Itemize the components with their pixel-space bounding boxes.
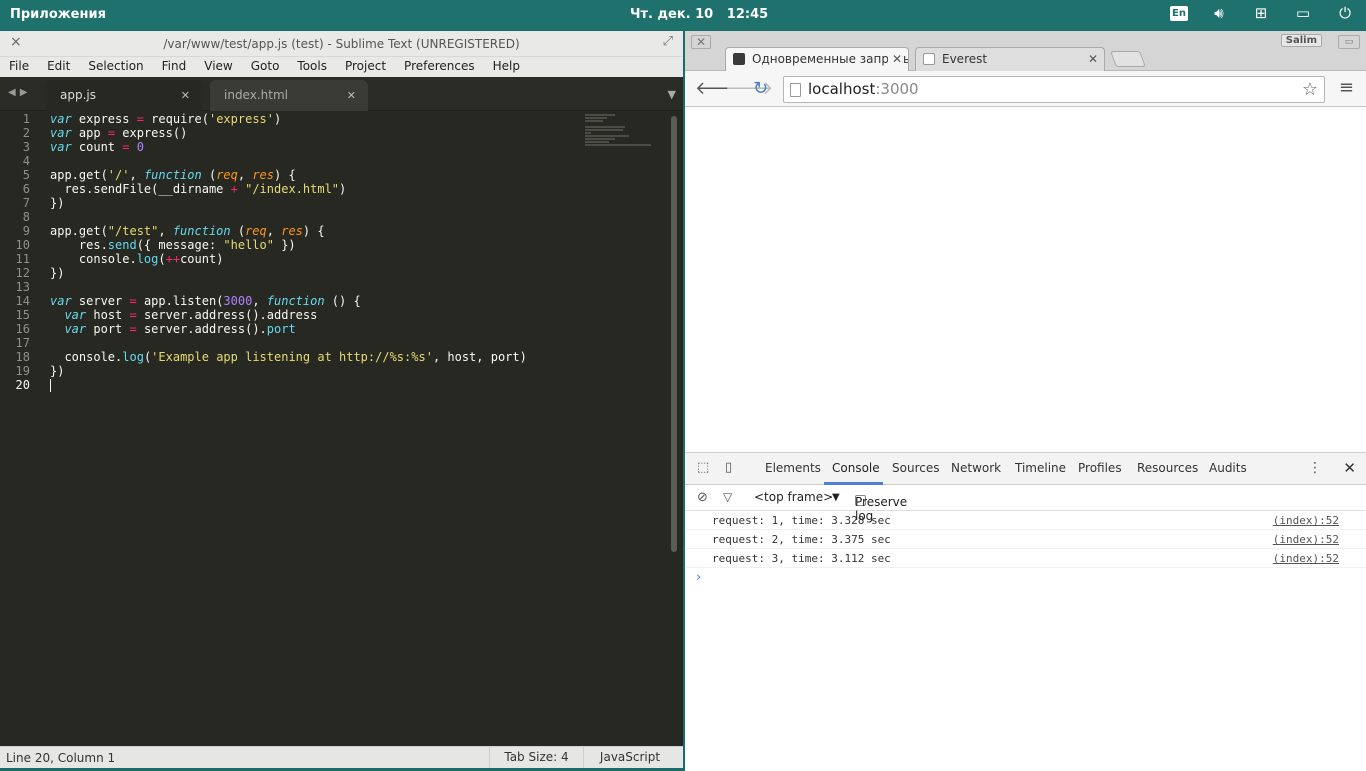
console-toolbar: ⊘ ▽ <top frame> ▼ Preserve log	[685, 485, 1366, 523]
volume-icon[interactable]: 🔊︎	[1208, 4, 1230, 22]
menu-selection[interactable]: Selection	[88, 57, 143, 77]
close-tab-icon[interactable]: ✕	[1083, 48, 1098, 70]
device-mode-icon[interactable]: ▯	[725, 460, 732, 475]
close-window-icon[interactable]: ✕	[691, 35, 711, 49]
frame-selector[interactable]: <top frame>	[754, 490, 833, 504]
profile-button[interactable]: Salim	[1280, 34, 1322, 47]
applications-menu[interactable]: Приложения	[10, 7, 106, 22]
tab-title: Everest	[942, 52, 988, 66]
text-caret	[50, 379, 51, 392]
menu-bar: File Edit Selection Find View Goto Tools…	[0, 57, 683, 77]
inspect-element-icon[interactable]: ⬚	[697, 460, 709, 475]
keyboard-layout-indicator[interactable]: En	[1170, 5, 1188, 21]
source-link[interactable]: (index):52	[1273, 511, 1339, 530]
editor-tab-bar: ◀▶ app.js ✕ index.html ✕ ▼	[0, 77, 683, 111]
network-icon[interactable]: ⊞	[1250, 4, 1272, 22]
menu-goto[interactable]: Goto	[251, 57, 280, 77]
devtools-tab-network[interactable]: Network	[951, 461, 1001, 475]
page-icon	[923, 53, 935, 65]
menu-help[interactable]: Help	[493, 57, 520, 77]
devtools-tab-elements[interactable]: Elements	[765, 461, 821, 475]
console-message-text: request: 2, time: 3.375 sec	[712, 533, 891, 546]
menu-project[interactable]: Project	[345, 57, 386, 77]
close-tab-icon[interactable]: ✕	[181, 80, 190, 111]
url-host: localhost	[808, 80, 876, 98]
console-prompt[interactable]: ›	[685, 568, 1366, 588]
source-link[interactable]: (index):52	[1273, 549, 1339, 568]
menu-edit[interactable]: Edit	[47, 57, 70, 77]
chrome-menu-icon[interactable]: ≡	[1339, 77, 1354, 98]
devtools-tab-timeline[interactable]: Timeline	[1015, 461, 1066, 475]
filter-icon[interactable]: ▽	[723, 490, 732, 504]
sublime-window: × /var/www/test/app.js (test) - Sublime …	[0, 31, 683, 768]
vertical-scrollbar[interactable]	[671, 116, 677, 552]
tab-index-html[interactable]: index.html ✕	[210, 80, 368, 111]
cursor-position: Line 20, Column 1	[6, 751, 116, 765]
devtools-tab-sources[interactable]: Sources	[892, 461, 939, 475]
minimap[interactable]	[585, 114, 655, 150]
system-tray: En 🔊︎ ⊞ ▭ ⏻	[1170, 4, 1356, 22]
console-message-text: request: 3, time: 3.112 sec	[712, 552, 891, 565]
bookmark-star-icon[interactable]: ☆	[1302, 77, 1318, 102]
power-icon[interactable]: ⏻	[1334, 4, 1356, 22]
code-editor[interactable]: 12345 6 7 8 9 10 11 12 13 14 15 16 17 18 19 20 var e…	[0, 112, 683, 746]
page-info-icon[interactable]	[790, 83, 801, 97]
console-message-text: request: 1, time: 3.328 sec	[712, 514, 891, 527]
system-top-bar: Приложения Чт. дек. 10 12:45 En 🔊︎ ⊞ ▭ ⏻	[0, 0, 1366, 30]
url-port: :3000	[875, 80, 919, 98]
console-message: request: 2, time: 3.375 sec (index):52	[685, 530, 1366, 549]
prompt-chevron-icon: ›	[696, 570, 702, 585]
favicon-icon	[733, 53, 745, 65]
address-bar[interactable]: localhost:3000 ☆	[783, 76, 1325, 103]
close-tab-icon[interactable]: ✕	[347, 80, 356, 111]
window-title: /var/www/test/app.js (test) - Sublime Te…	[163, 37, 520, 51]
menu-file[interactable]: File	[9, 57, 29, 77]
browser-tab-everest[interactable]: Everest ✕	[915, 47, 1105, 71]
status-bar: Line 20, Column 1 Tab Size: 4 JavaScript	[0, 746, 683, 768]
restore-window-icon[interactable]: ▭	[1338, 35, 1360, 49]
chrome-window: ✕ Одновременные запросы ✕ Everest ✕ Sali…	[685, 31, 1366, 771]
syntax-selector[interactable]: JavaScript	[590, 747, 670, 768]
line-number-gutter: 12345 6 7 8 9 10 11 12 13 14 15 16 17 18 19 20	[15, 112, 30, 392]
tab-label: index.html	[224, 88, 288, 102]
maximize-icon[interactable]: ⤢	[663, 34, 673, 49]
devtools-tab-bar: ⬚ ▯ Elements Console Sources Network Tim…	[685, 453, 1366, 485]
menu-find[interactable]: Find	[162, 57, 187, 77]
console-message: request: 1, time: 3.328 sec (index):52	[685, 511, 1366, 530]
tab-scroll-arrows-icon[interactable]: ◀▶	[8, 87, 31, 98]
more-options-icon[interactable]: ⋮	[1308, 460, 1322, 476]
browser-toolbar: 🡐 🡒 ↻ localhost:3000 ☆ ≡	[685, 71, 1366, 107]
browser-tab-active[interactable]: Одновременные запросы ✕	[725, 47, 909, 71]
new-tab-button[interactable]	[1110, 51, 1146, 67]
window-titlebar[interactable]: × /var/www/test/app.js (test) - Sublime …	[0, 31, 683, 57]
devtools-tab-audits[interactable]: Audits	[1209, 461, 1247, 475]
console-message: request: 3, time: 3.112 sec (index):52	[685, 549, 1366, 568]
devtools-panel: ⬚ ▯ Elements Console Sources Network Tim…	[685, 453, 1366, 771]
menu-preferences[interactable]: Preferences	[404, 57, 475, 77]
close-tab-icon[interactable]: ✕	[887, 48, 902, 70]
devtools-tab-profiles[interactable]: Profiles	[1078, 461, 1122, 475]
tab-title: Одновременные запросы	[752, 52, 909, 66]
menu-tools[interactable]: Tools	[297, 57, 327, 77]
battery-icon[interactable]: ▭	[1292, 4, 1314, 22]
devtools-tab-resources[interactable]: Resources	[1137, 461, 1198, 475]
close-devtools-icon[interactable]: ✕	[1343, 459, 1356, 477]
tab-size-selector[interactable]: Tab Size: 4	[489, 747, 584, 768]
browser-tab-strip: ✕ Одновременные запросы ✕ Everest ✕ Sali…	[685, 31, 1366, 71]
chevron-down-icon[interactable]: ▼	[832, 492, 840, 503]
reload-icon[interactable]: ↻	[753, 78, 768, 99]
clear-console-icon[interactable]: ⊘	[697, 490, 708, 505]
code-content[interactable]: var express = require('express') var app…	[50, 112, 527, 392]
page-viewport[interactable]	[685, 107, 1366, 453]
tab-app-js[interactable]: app.js ✕	[46, 80, 202, 111]
tab-label: app.js	[60, 88, 96, 102]
clock[interactable]: Чт. дек. 10 12:45	[630, 7, 768, 22]
source-link[interactable]: (index):52	[1273, 530, 1339, 549]
menu-view[interactable]: View	[204, 57, 232, 77]
devtools-tab-console[interactable]: Console	[832, 461, 880, 475]
tab-list-dropdown-icon[interactable]: ▼	[668, 88, 676, 101]
